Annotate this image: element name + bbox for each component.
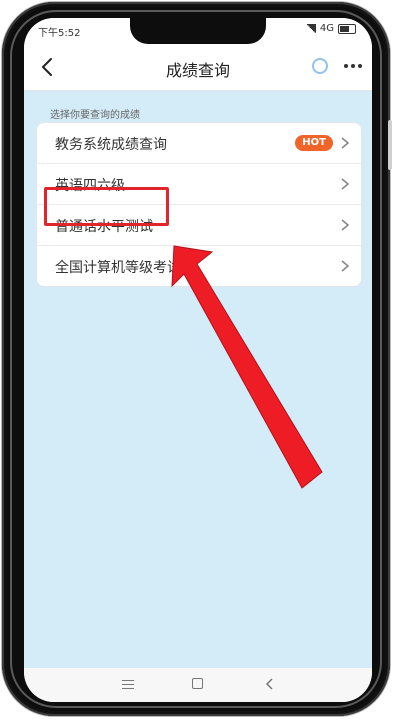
- more-dots-icon[interactable]: [344, 64, 362, 68]
- network-type: 4G: [319, 23, 334, 34]
- list-item-jiaowu[interactable]: 教务系统成绩查询 HOT: [37, 123, 361, 164]
- list-item-label: 全国计算机等级考试: [55, 260, 181, 276]
- chevron-right-icon: [341, 137, 350, 149]
- menu-icon[interactable]: [122, 680, 134, 689]
- chevron-right-icon: [341, 260, 350, 272]
- app-screen: 下午5:52 4G 成绩查询 选择你要查询的成绩 教务系统成绩查询 HOT 英语…: [24, 18, 372, 702]
- list-item-ncre[interactable]: 全国计算机等级考试: [37, 246, 361, 286]
- battery-icon: [338, 23, 356, 34]
- home-icon[interactable]: [192, 678, 203, 689]
- highlight-box: [44, 187, 169, 226]
- system-nav-bar: [24, 668, 372, 702]
- signal-icon: [305, 24, 316, 33]
- list-item-label: 教务系统成绩查询: [55, 137, 167, 153]
- hot-badge: HOT: [295, 135, 333, 151]
- chevron-right-icon: [341, 178, 350, 190]
- status-icons: 4G: [305, 23, 356, 34]
- volume-button: [388, 120, 392, 170]
- chevron-right-icon: [341, 219, 350, 231]
- back-icon[interactable]: [264, 677, 276, 691]
- status-time: 下午5:52: [38, 28, 81, 39]
- notch: [130, 18, 266, 44]
- section-label: 选择你要查询的成绩: [50, 110, 140, 121]
- nav-bar: 成绩查询: [24, 44, 372, 91]
- circle-icon[interactable]: [312, 58, 328, 74]
